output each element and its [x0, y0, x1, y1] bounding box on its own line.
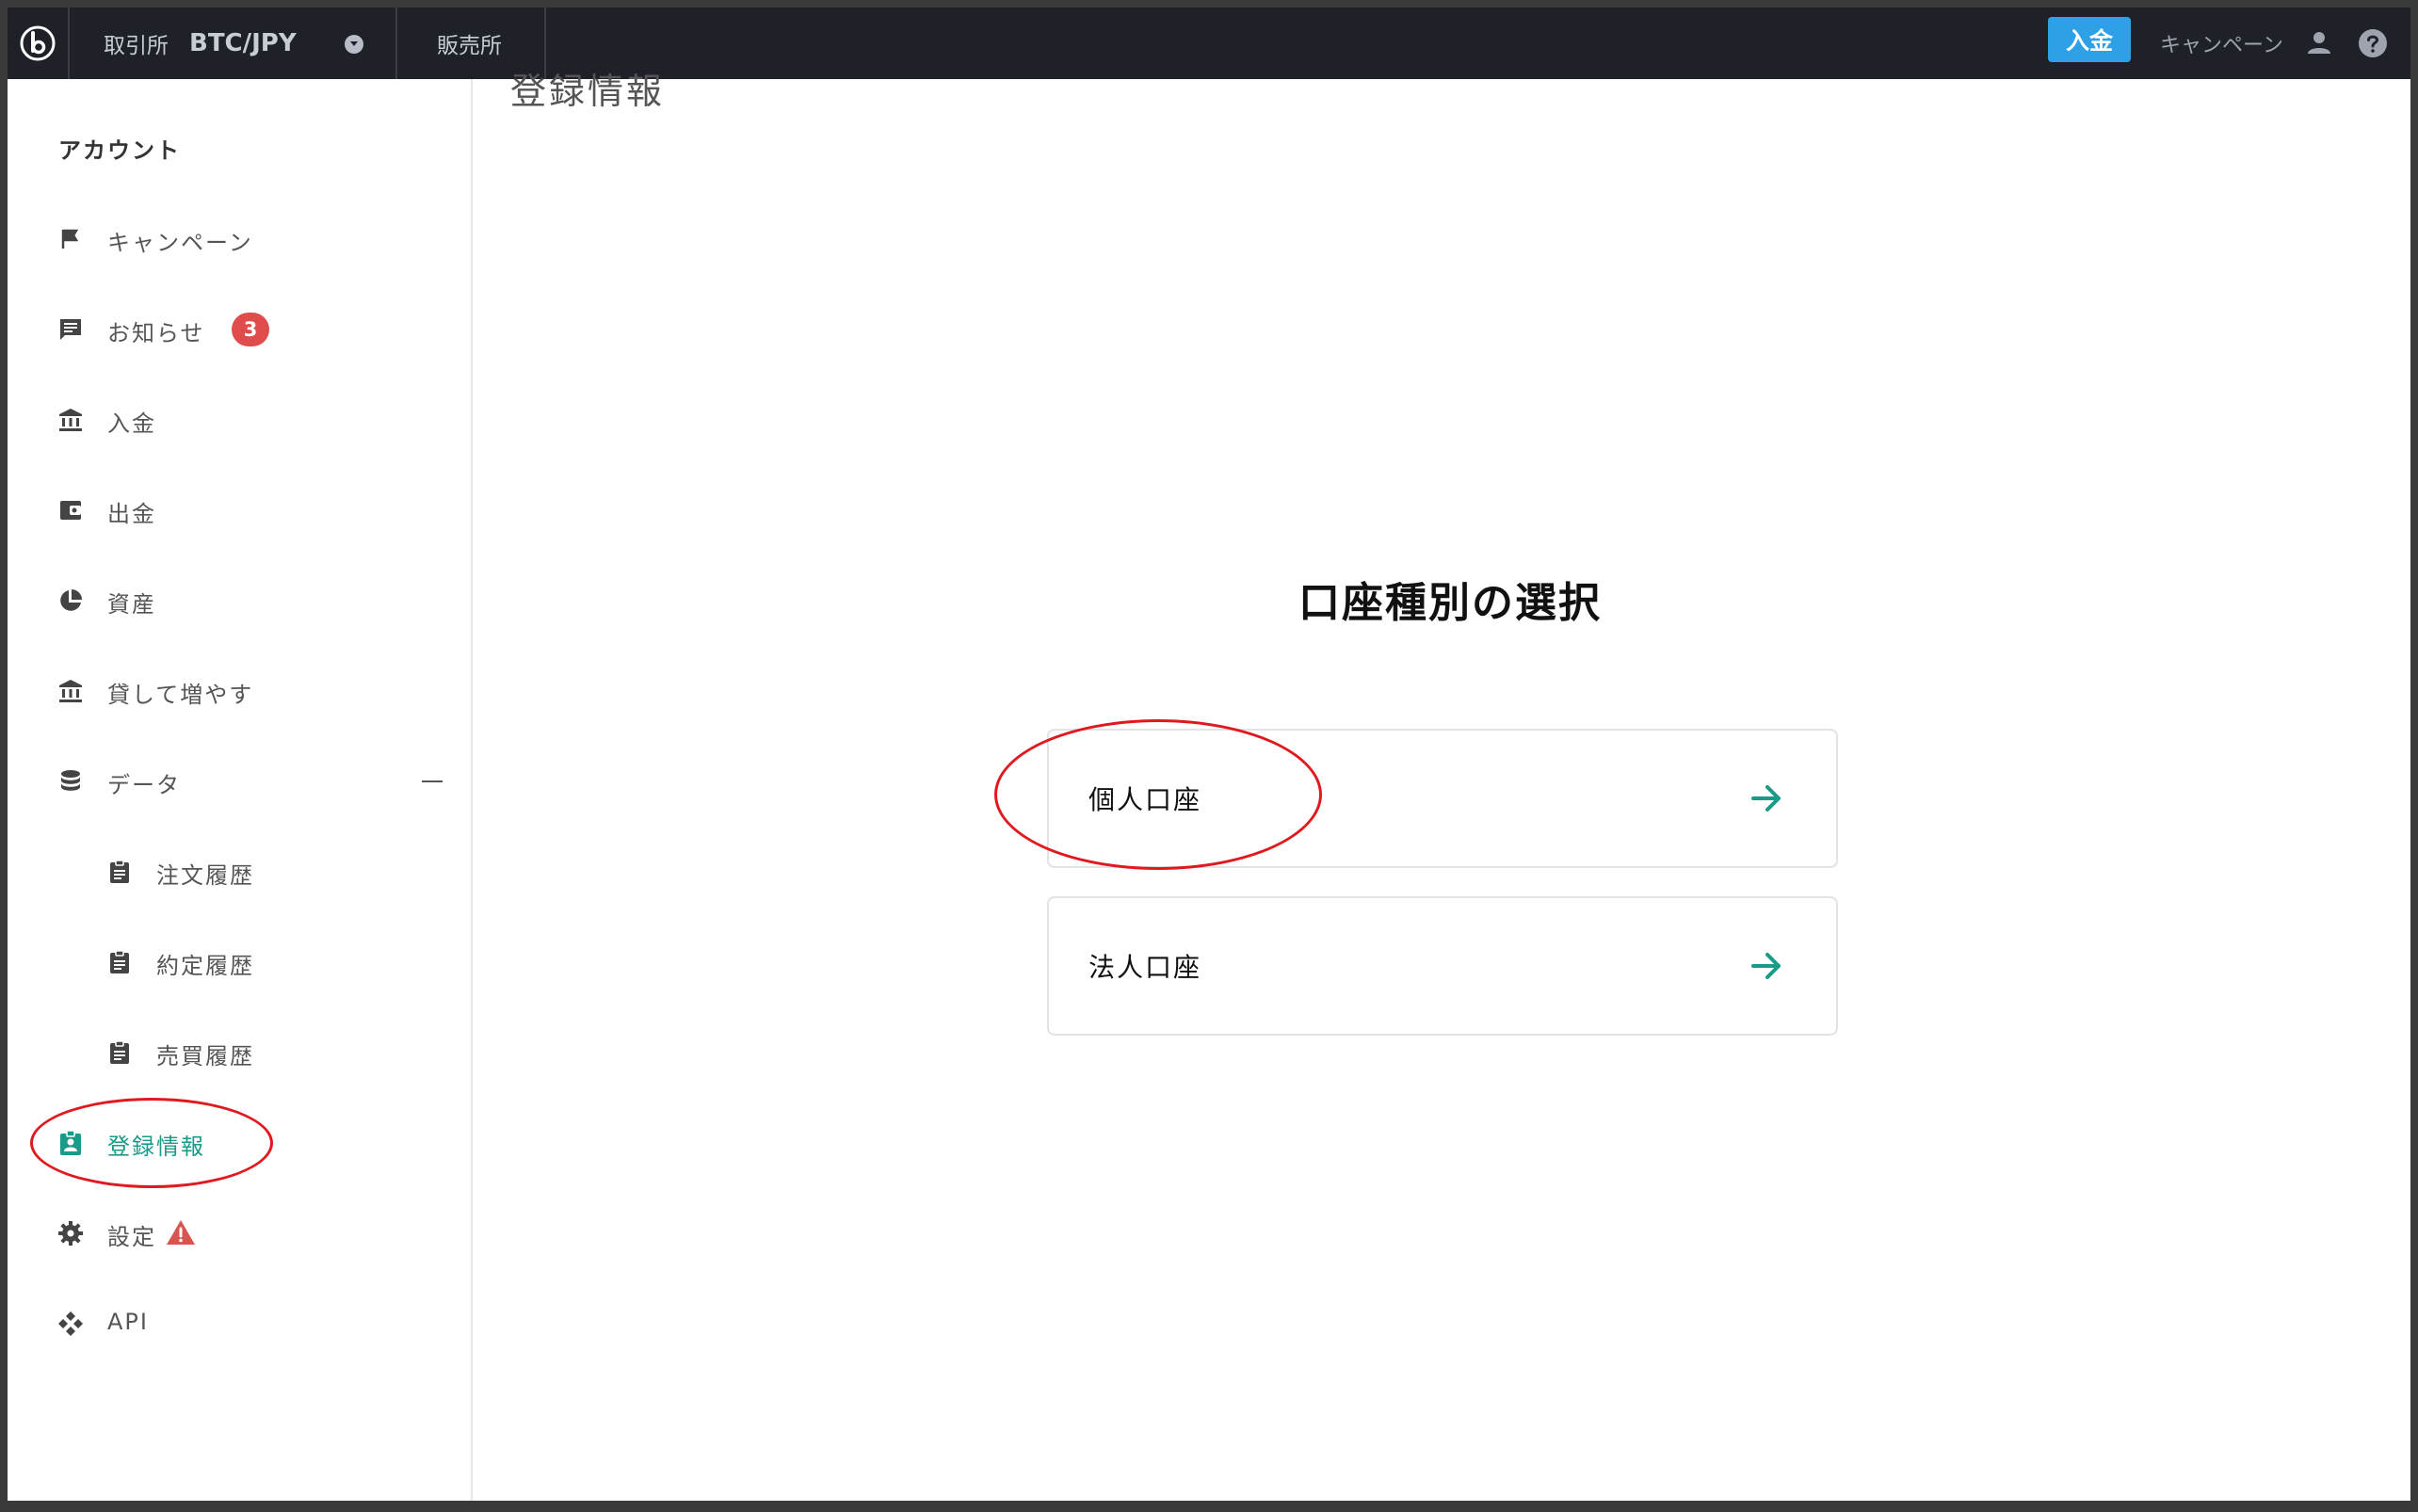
sidebar-item-order-history[interactable]: 注文履歴: [8, 844, 473, 900]
sidebar-item-label: お知らせ: [107, 320, 205, 346]
divider: [395, 8, 397, 79]
store-link[interactable]: 販売所: [437, 8, 502, 79]
sidebar-item-withdrawal[interactable]: 出金: [8, 482, 473, 539]
sidebar-item-label: 出金: [107, 501, 156, 527]
sidebar-item-data[interactable]: データ: [8, 753, 473, 810]
wallet-icon: [56, 496, 85, 524]
message-icon: [56, 315, 85, 344]
bank-icon: [56, 677, 85, 705]
corporate-account-option[interactable]: 法人口座: [1047, 896, 1838, 1036]
sidebar-item-label: データ: [107, 772, 181, 798]
sidebar-item-api[interactable]: API: [8, 1295, 473, 1352]
arrow-right-icon: [1748, 780, 1785, 817]
option-label: 法人口座: [1088, 952, 1202, 983]
exchange-label: 取引所: [104, 34, 169, 58]
id-card-icon: [56, 1129, 85, 1157]
sidebar-item-deposit[interactable]: 入金: [8, 392, 473, 448]
clipboard-icon: [105, 948, 134, 976]
arrow-right-icon: [1748, 947, 1785, 985]
sidebar-item-registration-info[interactable]: 登録情報: [8, 1115, 473, 1171]
user-icon[interactable]: [2305, 28, 2333, 56]
sidebar-item-label: 貸して増やす: [107, 682, 254, 708]
sidebar-item-label: 資産: [107, 591, 156, 618]
gear-icon: [56, 1219, 85, 1247]
top-navigation-bar: 取引所 BTC/JPY 販売所 入金 キャンペーン: [8, 8, 2410, 79]
flag-icon: [56, 225, 85, 253]
individual-account-option[interactable]: 個人口座: [1047, 729, 1838, 868]
sidebar-item-label: 注文履歴: [156, 862, 254, 889]
api-icon: [56, 1310, 85, 1338]
deposit-button[interactable]: 入金: [2048, 17, 2131, 62]
sidebar-item-lending[interactable]: 貸して増やす: [8, 663, 473, 719]
sidebar-item-campaign[interactable]: キャンペーン: [8, 211, 473, 267]
bank-icon: [56, 406, 85, 434]
sidebar-item-assets[interactable]: 資産: [8, 572, 473, 629]
warning-icon: [166, 1218, 196, 1247]
sidebar-item-label: API: [107, 1309, 149, 1335]
page-title: 登録情報: [510, 71, 666, 112]
bitbank-logo-icon[interactable]: [8, 8, 70, 79]
sidebar-item-trade-history[interactable]: 売買履歴: [8, 1024, 473, 1081]
pair-selector[interactable]: BTC/JPY: [189, 29, 297, 57]
sidebar-item-label: 登録情報: [107, 1134, 205, 1160]
notification-count-badge: 3: [232, 313, 269, 346]
help-icon[interactable]: [2358, 28, 2388, 58]
sidebar-item-label: キャンペーン: [107, 230, 253, 256]
sidebar-item-notices[interactable]: お知らせ 3: [8, 301, 473, 358]
clipboard-icon: [105, 858, 134, 886]
pie-chart-icon: [56, 587, 85, 615]
exchange-menu[interactable]: 取引所 BTC/JPY: [104, 8, 297, 79]
account-type-heading: 口座種別の選択: [1298, 579, 1602, 627]
sidebar-item-execution-history[interactable]: 約定履歴: [8, 934, 473, 990]
sidebar-item-settings[interactable]: 設定: [8, 1205, 473, 1262]
collapse-icon[interactable]: [422, 780, 443, 782]
app-window: 取引所 BTC/JPY 販売所 入金 キャンペーン アカウント キャンペーン お…: [8, 8, 2410, 1501]
account-sidebar: アカウント キャンペーン お知らせ 3 入金 出金 資産 貸して増やす データ …: [8, 79, 473, 1501]
sidebar-item-label: 入金: [107, 410, 156, 437]
option-label: 個人口座: [1088, 784, 1202, 815]
campaign-link[interactable]: キャンペーン: [2160, 8, 2283, 79]
sidebar-item-label: 約定履歴: [156, 953, 254, 979]
sidebar-item-label: 設定: [107, 1224, 156, 1250]
database-icon: [56, 767, 85, 796]
clipboard-icon: [105, 1038, 134, 1067]
sidebar-item-label: 売買履歴: [156, 1043, 254, 1070]
caret-down-icon[interactable]: [345, 35, 363, 54]
sidebar-title: アカウント: [58, 137, 181, 164]
